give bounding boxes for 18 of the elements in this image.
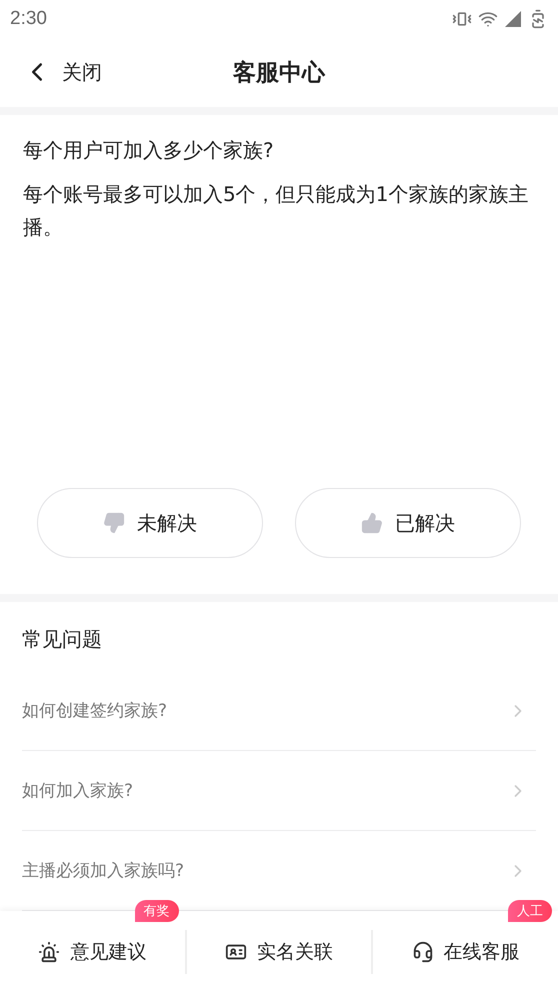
tab-badge: 有奖 — [134, 900, 179, 922]
page-title: 客服中心 — [233, 58, 325, 88]
alarm-light-icon — [38, 940, 60, 962]
faq-title: 常见问题 — [22, 626, 103, 654]
thumbs-up-icon — [361, 512, 383, 534]
thumbs-down-icon — [103, 512, 125, 534]
feedback-button[interactable]: 未解决 — [37, 488, 263, 558]
bottom-tab[interactable]: 实名关联 — [186, 930, 374, 974]
tab-badge: 人工 — [508, 900, 552, 922]
faq-item[interactable]: 如何加入家族? — [22, 751, 536, 832]
back-button[interactable]: 关闭 — [22, 57, 102, 88]
answer-text: 每个账号最多可以加入5个，但只能成为1个家族的家族主播。 — [23, 180, 530, 241]
status-time: 2:30 — [10, 8, 47, 30]
question-title: 每个用户可加入多少个家族? — [23, 136, 275, 164]
signal-icon — [504, 10, 522, 28]
headset-icon — [412, 940, 434, 962]
faq-item[interactable]: 如何创建签约家族? — [22, 671, 536, 752]
feedback-button[interactable]: 已解决 — [295, 488, 521, 558]
